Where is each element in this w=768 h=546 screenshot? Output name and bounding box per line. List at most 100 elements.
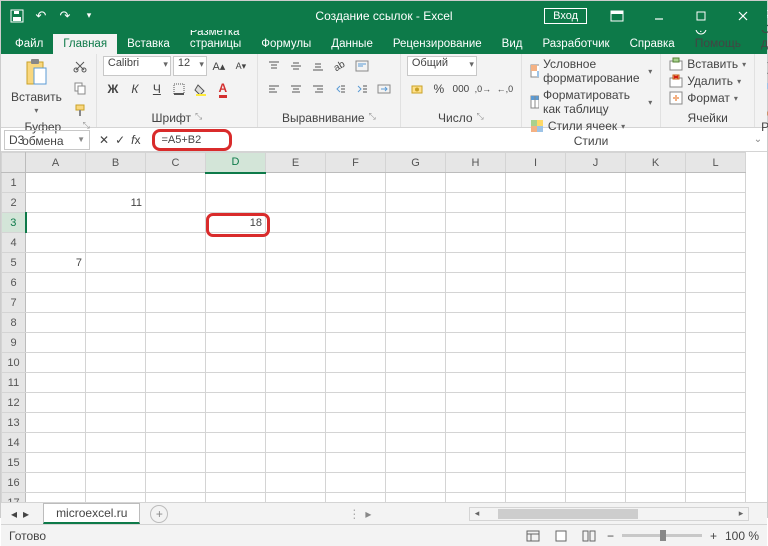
cell-E5[interactable] <box>266 253 326 273</box>
col-header-D[interactable]: D <box>206 153 266 173</box>
cell-L1[interactable] <box>686 173 746 193</box>
cell-A10[interactable] <box>26 353 86 373</box>
cell-K13[interactable] <box>626 413 686 433</box>
cell-K8[interactable] <box>626 313 686 333</box>
cell-F4[interactable] <box>326 233 386 253</box>
cell-F1[interactable] <box>326 173 386 193</box>
align-bottom-button[interactable] <box>308 56 328 76</box>
login-button[interactable]: Вход <box>544 8 587 24</box>
cell-L9[interactable] <box>686 333 746 353</box>
cell-B15[interactable] <box>86 453 146 473</box>
cell-H10[interactable] <box>446 353 506 373</box>
col-header-C[interactable]: C <box>146 153 206 173</box>
align-center-button[interactable] <box>286 79 306 99</box>
cell-F17[interactable] <box>326 493 386 503</box>
cell-D2[interactable] <box>206 193 266 213</box>
cell-I10[interactable] <box>506 353 566 373</box>
format-as-table-button[interactable]: Форматировать как таблицу▾ <box>528 87 654 117</box>
cell-K1[interactable] <box>626 173 686 193</box>
cell-A6[interactable] <box>26 273 86 293</box>
cell-B16[interactable] <box>86 473 146 493</box>
zoom-out-button[interactable]: − <box>607 529 614 543</box>
row-header-2[interactable]: 2 <box>2 193 26 213</box>
cell-B10[interactable] <box>86 353 146 373</box>
cell-G8[interactable] <box>386 313 446 333</box>
cell-J17[interactable] <box>566 493 626 503</box>
formula-input[interactable]: =A5+B2 <box>152 129 232 151</box>
cell-A5[interactable]: 7 <box>26 253 86 273</box>
cell-L7[interactable] <box>686 293 746 313</box>
cell-L8[interactable] <box>686 313 746 333</box>
copy-button[interactable] <box>70 78 90 98</box>
row-header-6[interactable]: 6 <box>2 273 26 293</box>
cell-C3[interactable] <box>146 213 206 233</box>
cell-F10[interactable] <box>326 353 386 373</box>
cell-F3[interactable] <box>326 213 386 233</box>
horizontal-scrollbar[interactable]: ◂ ▸ <box>469 507 749 521</box>
cell-B7[interactable] <box>86 293 146 313</box>
cell-G9[interactable] <box>386 333 446 353</box>
cell-E15[interactable] <box>266 453 326 473</box>
dialog-launcher-icon[interactable]: ⤡ <box>477 111 484 125</box>
decrease-font-button[interactable]: A▾ <box>231 56 251 76</box>
cell-B3[interactable] <box>86 213 146 233</box>
cell-C7[interactable] <box>146 293 206 313</box>
cell-K6[interactable] <box>626 273 686 293</box>
autosum-button[interactable]: ∑ <box>761 56 768 76</box>
font-color-button[interactable]: А <box>213 79 233 99</box>
cell-I12[interactable] <box>506 393 566 413</box>
row-header-15[interactable]: 15 <box>2 453 26 473</box>
cell-H2[interactable] <box>446 193 506 213</box>
row-header-17[interactable]: 17 <box>2 493 26 503</box>
cell-K9[interactable] <box>626 333 686 353</box>
cell-D6[interactable] <box>206 273 266 293</box>
cell-L13[interactable] <box>686 413 746 433</box>
cell-G17[interactable] <box>386 493 446 503</box>
cell-C9[interactable] <box>146 333 206 353</box>
cell-C14[interactable] <box>146 433 206 453</box>
cell-L4[interactable] <box>686 233 746 253</box>
cell-B1[interactable] <box>86 173 146 193</box>
dialog-launcher-icon[interactable]: ⤡ <box>195 111 202 125</box>
tab-developer[interactable]: Разработчик <box>532 34 619 54</box>
cell-A14[interactable] <box>26 433 86 453</box>
number-format-select[interactable]: Общий <box>407 56 477 76</box>
add-sheet-button[interactable]: + <box>150 505 168 523</box>
col-header-G[interactable]: G <box>386 153 446 173</box>
cell-K4[interactable] <box>626 233 686 253</box>
fill-button[interactable] <box>761 78 768 98</box>
cell-E13[interactable] <box>266 413 326 433</box>
cell-F8[interactable] <box>326 313 386 333</box>
cell-C11[interactable] <box>146 373 206 393</box>
cell-D7[interactable] <box>206 293 266 313</box>
tab-home[interactable]: Главная <box>53 34 117 54</box>
tab-help[interactable]: Справка <box>620 34 685 54</box>
cell-K3[interactable] <box>626 213 686 233</box>
cell-K11[interactable] <box>626 373 686 393</box>
cell-I6[interactable] <box>506 273 566 293</box>
cell-F9[interactable] <box>326 333 386 353</box>
col-header-H[interactable]: H <box>446 153 506 173</box>
cell-I17[interactable] <box>506 493 566 503</box>
tab-data[interactable]: Данные <box>321 34 383 54</box>
clear-button[interactable] <box>761 100 768 120</box>
accept-formula-button[interactable]: ✓ <box>115 133 125 147</box>
cell-G1[interactable] <box>386 173 446 193</box>
undo-icon[interactable]: ↶ <box>33 8 49 24</box>
orientation-button[interactable]: ab <box>330 56 350 76</box>
cell-D11[interactable] <box>206 373 266 393</box>
cell-G2[interactable] <box>386 193 446 213</box>
cell-F16[interactable] <box>326 473 386 493</box>
cell-C5[interactable] <box>146 253 206 273</box>
tab-review[interactable]: Рецензирование <box>383 34 492 54</box>
cell-H8[interactable] <box>446 313 506 333</box>
zoom-slider[interactable] <box>622 534 702 537</box>
font-size-select[interactable]: 12 <box>173 56 207 76</box>
sheet-nav-prev-icon[interactable]: ◂ <box>11 507 17 521</box>
cell-L2[interactable] <box>686 193 746 213</box>
col-header-K[interactable]: K <box>626 153 686 173</box>
decrease-decimal-button[interactable]: ←,0 <box>495 79 515 99</box>
cell-J10[interactable] <box>566 353 626 373</box>
cell-H11[interactable] <box>446 373 506 393</box>
qat-customize-icon[interactable]: ▾ <box>81 8 97 24</box>
